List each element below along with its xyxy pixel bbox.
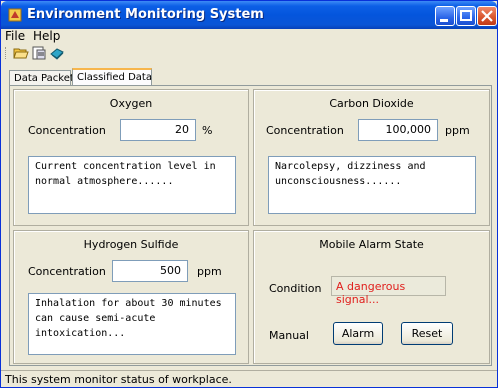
window-title: Environment Monitoring System (27, 7, 264, 22)
reset-button[interactable]: Reset (401, 322, 453, 345)
oxygen-concentration-field[interactable]: 20 (120, 119, 196, 141)
unit-label: ppm (197, 265, 222, 278)
panel-title: Carbon Dioxide (329, 97, 414, 110)
unit-label: ppm (445, 124, 470, 137)
tab-data-packet[interactable]: Data Packet (9, 70, 74, 86)
toolbar (1, 43, 497, 63)
panel-title: Hydrogen Sulfide (83, 238, 179, 251)
maximize-icon (460, 10, 472, 21)
alarm-panel: Mobile Alarm State Condition A dangerous… (253, 230, 490, 364)
maximize-button[interactable] (456, 6, 476, 26)
app-icon (8, 8, 22, 22)
concentration-label: Concentration (266, 124, 344, 137)
condition-field[interactable]: A dangerous signal... (331, 276, 446, 306)
close-button[interactable] (477, 6, 497, 26)
panel-title: Oxygen (109, 97, 153, 110)
h2s-concentration-field[interactable]: 500 (112, 260, 188, 282)
status-bar: This system monitor status of workplace. (1, 370, 497, 387)
alarm-button[interactable]: Alarm (333, 322, 383, 345)
tab-classified-data[interactable]: Classified Data (72, 68, 152, 86)
oxygen-panel: Oxygen Concentration 20 % Current concen… (13, 89, 249, 226)
co2-description[interactable]: Narcolepsy, dizziness and unconsciousnes… (268, 156, 476, 214)
save-document-icon[interactable] (31, 45, 47, 61)
condition-label: Condition (269, 282, 322, 295)
title-bar[interactable]: Environment Monitoring System (1, 1, 497, 29)
minimize-button[interactable] (435, 6, 455, 26)
co2-concentration-field[interactable]: 100,000 (358, 119, 438, 141)
minimize-icon (440, 19, 448, 22)
menu-bar: File Help (1, 29, 497, 43)
menu-file[interactable]: File (5, 29, 25, 43)
carbon-dioxide-panel: Carbon Dioxide Concentration 100,000 ppm… (253, 89, 490, 226)
open-folder-icon[interactable] (13, 45, 29, 61)
h2s-description[interactable]: Inhalation for about 30 minutes can caus… (28, 293, 236, 355)
toolbar-grip[interactable] (5, 47, 7, 59)
tab-content: Oxygen Concentration 20 % Current concen… (9, 85, 492, 366)
oxygen-description[interactable]: Current concentration level in normal at… (28, 156, 236, 214)
book-icon[interactable] (49, 45, 65, 61)
hydrogen-sulfide-panel: Hydrogen Sulfide Concentration 500 ppm I… (13, 230, 249, 364)
close-icon (481, 10, 493, 22)
panel-title: Mobile Alarm State (319, 238, 424, 251)
concentration-label: Concentration (28, 124, 106, 137)
manual-label: Manual (269, 329, 309, 342)
unit-label: % (202, 124, 213, 137)
concentration-label: Concentration (28, 265, 106, 278)
main-window: Environment Monitoring System File Help (0, 0, 498, 388)
menu-help[interactable]: Help (33, 29, 60, 43)
